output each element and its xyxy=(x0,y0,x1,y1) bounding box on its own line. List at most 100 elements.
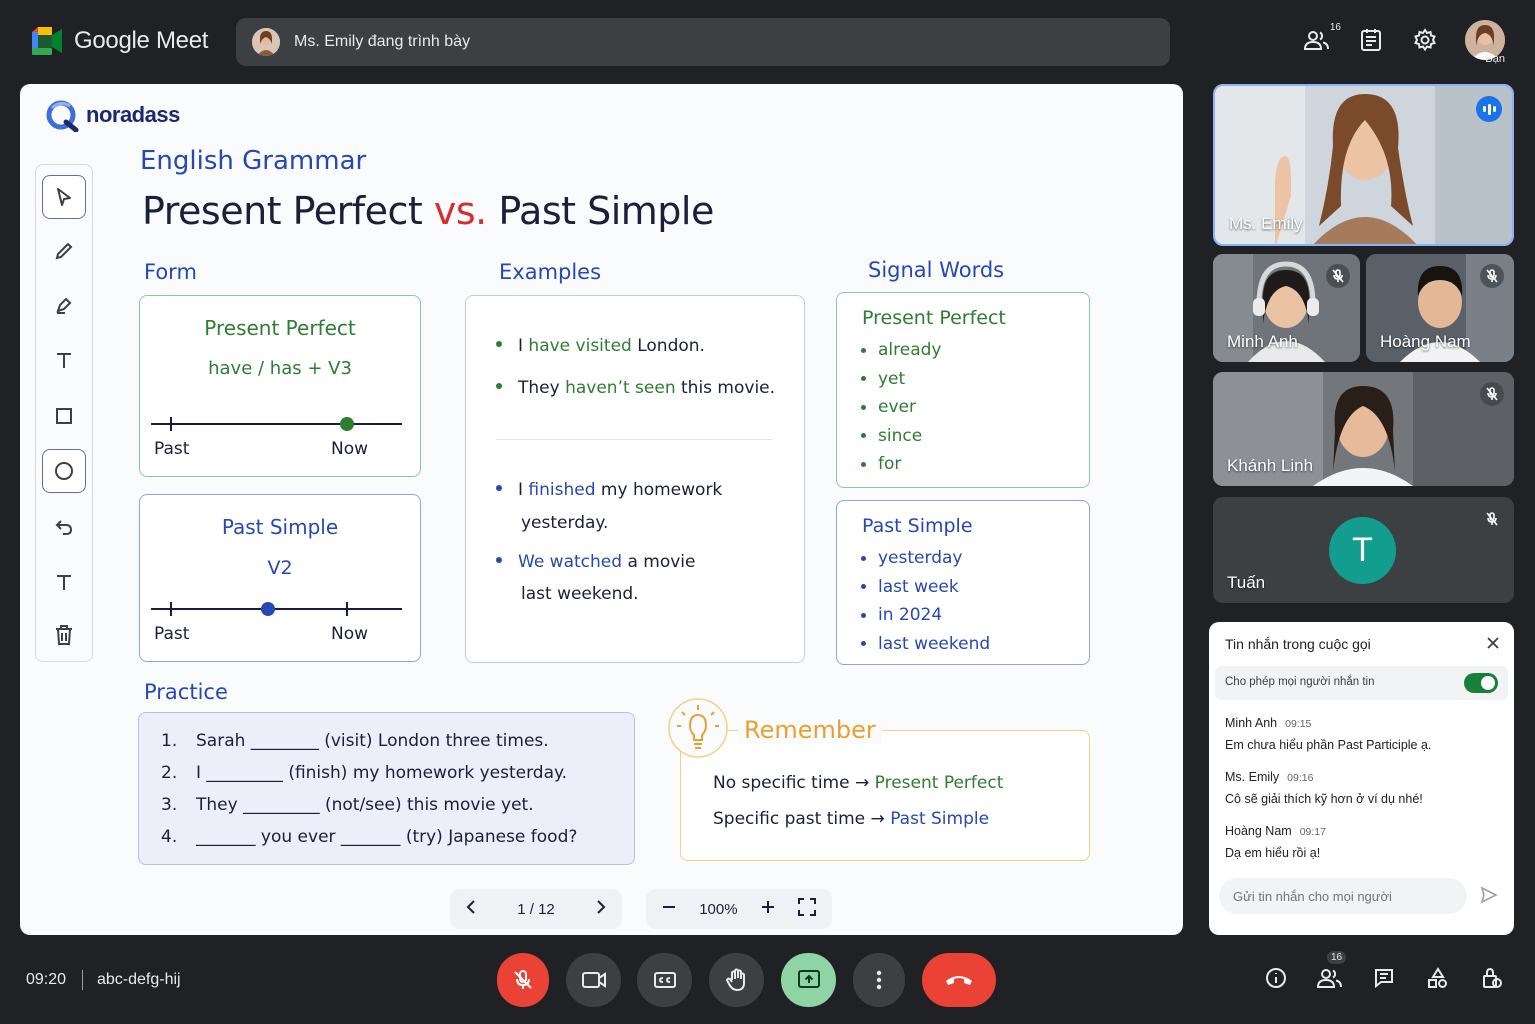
camera-button[interactable] xyxy=(566,953,621,1007)
tile-name: Hoàng Nam xyxy=(1380,332,1471,351)
zoom-out-minus-icon[interactable] xyxy=(662,900,676,918)
raise-hand-button[interactable] xyxy=(709,953,764,1007)
end-call-icon xyxy=(946,976,972,985)
form-ps-formula: V2 xyxy=(267,557,293,579)
title-part-b: Past Simple xyxy=(498,189,714,233)
trash-icon[interactable] xyxy=(42,613,86,657)
slide-subtitle: English Grammar xyxy=(140,146,367,176)
signal-ps-list: yesterday last week in 2024 last weekend xyxy=(861,544,990,658)
signal-pp-word: since xyxy=(861,422,941,451)
chat-title: Tin nhắn trong cuộc gọi xyxy=(1225,636,1371,652)
signal-heading: Signal Words xyxy=(868,258,1005,282)
present-screen-icon xyxy=(797,970,820,988)
example-ps-1-cont: yesterday. xyxy=(521,513,609,533)
mic-off-icon xyxy=(1480,382,1504,406)
mic-off-icon xyxy=(1480,264,1504,288)
signal-pp-title: Present Perfect xyxy=(862,307,1006,329)
fullscreen-icon[interactable] xyxy=(797,898,816,920)
tile-tuan[interactable]: T Tuấn xyxy=(1213,497,1514,603)
divider xyxy=(82,970,83,990)
examples-heading: Examples xyxy=(499,260,602,284)
example-ps-2-cont: last weekend. xyxy=(521,584,639,604)
close-icon[interactable] xyxy=(1486,634,1500,655)
remember-title: Remember xyxy=(738,716,882,744)
signal-pp-word: already xyxy=(861,336,941,365)
pp-now-label: Now xyxy=(331,439,369,459)
examples-card: I have visited London. They haven’t seen… xyxy=(465,295,805,663)
tile-khanh-linh[interactable]: Khánh Linh xyxy=(1213,372,1514,486)
ps-past-label: Past xyxy=(154,624,190,644)
slide-pager: 1 / 12 xyxy=(450,889,622,929)
me-label: Bạn xyxy=(1485,53,1505,65)
people-icon[interactable]: 16 xyxy=(1303,22,1341,54)
presenting-text: Ms. Emily đang trình bày xyxy=(294,33,471,50)
examples-divider xyxy=(496,439,772,440)
allow-messages-toggle[interactable] xyxy=(1464,673,1498,693)
practice-item: 1. Sarah ________ (visit) London three ti… xyxy=(161,731,549,751)
settings-gear-icon[interactable] xyxy=(1411,26,1439,54)
bottom-bar: 09:20 abc-defg-hij 16 xyxy=(0,935,1535,1024)
text-format-icon[interactable] xyxy=(42,560,86,604)
undo-icon[interactable] xyxy=(42,505,86,549)
form-ps-title: Past Simple xyxy=(221,515,339,539)
pen-icon[interactable] xyxy=(42,229,86,273)
remember-row-1: No specific time → Present Perfect xyxy=(713,773,1004,793)
more-vertical-icon xyxy=(876,970,882,990)
noradass-logo: noradass xyxy=(46,98,180,132)
tile-name: Khánh Linh xyxy=(1227,456,1314,475)
signal-pp-card: Present Perfect already yet ever since f… xyxy=(836,292,1090,488)
chat-panel-icon[interactable] xyxy=(1371,965,1397,991)
meeting-info-icon[interactable] xyxy=(1263,965,1289,991)
slide-title: Present Perfect vs. Past Simple xyxy=(142,189,714,233)
zoom-in-plus-icon[interactable] xyxy=(761,900,775,918)
example-ps-1: I finished my homework xyxy=(496,480,722,500)
form-pp-title: Present Perfect xyxy=(204,316,356,340)
form-past-simple-card: Past Simple V2 Past Now xyxy=(139,494,421,662)
practice-item: 3. They _________ (not/see) this movie ye… xyxy=(161,795,534,815)
mic-off-icon xyxy=(1326,264,1350,288)
people-panel-icon[interactable]: 16 xyxy=(1317,951,1347,991)
mic-off-button[interactable] xyxy=(497,953,549,1007)
signal-pp-word: yet xyxy=(861,365,941,394)
captions-button[interactable] xyxy=(637,953,692,1007)
pp-past-label: Past xyxy=(154,439,190,459)
practice-heading: Practice xyxy=(144,680,228,704)
whiteboard-notes-icon[interactable] xyxy=(1357,26,1385,54)
example-ps-2: We watched a movie xyxy=(496,552,695,572)
mic-off-icon xyxy=(1480,507,1504,531)
prev-page-chevron-icon[interactable] xyxy=(466,899,476,919)
activities-icon[interactable] xyxy=(1425,965,1451,991)
next-page-chevron-icon[interactable] xyxy=(596,899,606,919)
ps-now-label: Now xyxy=(331,624,369,644)
presenter-avatar xyxy=(252,28,280,56)
leave-call-button[interactable] xyxy=(922,953,996,1007)
circle-tool-icon[interactable] xyxy=(42,449,86,493)
brand-name: noradass xyxy=(86,102,180,127)
tile-ms-emily[interactable]: Ms. Emily xyxy=(1213,84,1514,246)
chat-message-input[interactable] xyxy=(1219,878,1467,914)
practice-box: 1. Sarah ________ (visit) London three ti… xyxy=(138,712,635,865)
chat-message: Hoàng Nam 09:17 Dạ em hiểu rồi ạ! xyxy=(1225,824,1326,860)
select-cursor-icon[interactable] xyxy=(42,175,86,219)
host-controls-lock-icon[interactable] xyxy=(1479,965,1505,991)
present-screen-button[interactable] xyxy=(781,953,836,1007)
zoom-control: 100% xyxy=(646,889,832,929)
signal-ps-word: last week xyxy=(861,573,990,602)
rectangle-tool-icon[interactable] xyxy=(42,394,86,438)
presenting-banner[interactable]: Ms. Emily đang trình bày xyxy=(236,18,1170,66)
more-options-button[interactable] xyxy=(853,953,905,1007)
zoom-level: 100% xyxy=(699,900,738,918)
example-pp-2: They haven’t seen this movie. xyxy=(496,378,775,398)
meet-logo-icon xyxy=(32,27,62,55)
tile-hoang-nam[interactable]: Hoàng Nam xyxy=(1366,254,1514,362)
send-icon[interactable] xyxy=(1480,886,1498,909)
title-vs: vs. xyxy=(433,189,487,233)
speaking-indicator-icon xyxy=(1476,96,1502,122)
tile-minh-anh[interactable]: Minh Anh xyxy=(1213,254,1360,362)
highlighter-icon[interactable] xyxy=(42,283,86,327)
text-tool-icon[interactable] xyxy=(42,338,86,382)
chat-message: Ms. Emily 09:16 Cô sẽ giải thích kỹ hơn ở… xyxy=(1225,770,1423,806)
people-count: 16 xyxy=(1329,22,1341,33)
signal-ps-title: Past Simple xyxy=(862,515,973,537)
people-badge: 16 xyxy=(1327,951,1347,964)
